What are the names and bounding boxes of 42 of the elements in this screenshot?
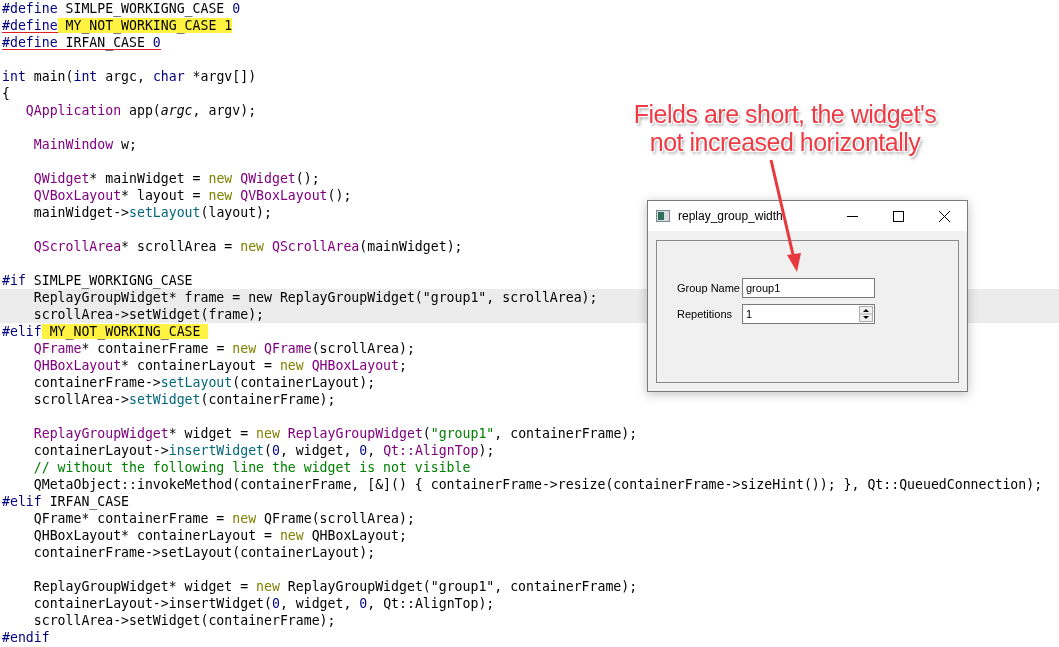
code-line: QHBoxLayout* containerLayout = new QHBoxLayout; [32,357,407,373]
code-line: ReplayGroupWidget* widget = new ReplayGroupWidget("group1", containerFrame); [32,425,638,441]
code-line: QVBoxLayout* layout = new QVBoxLayout(); [32,187,352,203]
code-line: containerFrame->setLayout(containerLayout); [32,374,376,390]
code-line: mainWidget->setLayout(layout); [32,204,272,220]
spin-input[interactable]: 1 [743,308,859,320]
code-line: QFrame* containerFrame = new QFrame(scrollArea); [32,510,415,526]
code-line: scrollArea->setWidget(containerFrame); [32,612,336,628]
app-icon [656,210,670,222]
code-line: ReplayGroupWidget* widget = new ReplayGroupWidget("group1", containerFrame); [32,578,638,594]
field-label: Group Name [677,282,741,294]
code-line: #elif IRFAN_CASE [2,493,130,509]
code-line: { [2,85,10,101]
code-line: QWidget* mainWidget = new QWidget(); [32,170,320,186]
spin-arrows-icon[interactable] [859,306,873,322]
window-title: replay_group_width [678,209,784,223]
code-line: #elif MY_NOT_WORKING_CASE [2,323,209,339]
code-line: #define IRFAN_CASE 0 [2,34,161,50]
maximize-icon [892,210,904,222]
code-line: MainWindow w; [32,136,137,152]
code-line: #if SIMLPE_WORKIGNG_CASE [2,272,193,288]
code-line: QApplication app(argc, argv); [24,102,257,118]
code-line: scrollArea->setWidget(containerFrame); [32,391,336,407]
code-line: containerFrame->setLayout(containerLayout); [32,544,376,560]
field-label: Repetitions [677,308,734,320]
code-line: QFrame* containerFrame = new QFrame(scrollArea); [32,340,415,356]
code-line: ReplayGroupWidget* frame = new ReplayGroupWidget("group1", scrollArea); [32,289,598,305]
text-field[interactable]: group1 [742,278,875,298]
code-line: #define SIMLPE_WORKIGNG_CASE 0 [2,0,241,16]
code-line: containerLayout->insertWidget(0, widget, 0, Qt::AlignTop); [32,442,495,458]
close-icon [938,210,950,222]
code-line: // without the following line the widget is not visible [32,459,471,475]
annotation-text: Fields are short, the widget's not increased horizontally [632,100,938,156]
code-line: scrollArea->setWidget(frame); [32,306,264,322]
code-line: #endif [2,629,50,645]
code-line: QScrollArea* scrollArea = new QScrollArea(mainWidget); [32,238,463,254]
code-line: QHBoxLayout* containerLayout = new QHBoxLayout; [32,527,407,543]
code-line: containerLayout->insertWidget(0, widget, 0, Qt::AlignTop); [32,595,495,611]
spin-box[interactable]: 1 [742,304,875,324]
code-line: #define MY_NOT_WORKING_CASE 1 [2,17,233,33]
code-line: QMetaObject::invokeMethod(containerFrame, [&]() { containerFrame->resize(containerFrame->sizeHint()); }, Qt::QueuedConnection); [32,476,1043,492]
code-line: int main(int argc, char *argv[]) [2,68,257,84]
